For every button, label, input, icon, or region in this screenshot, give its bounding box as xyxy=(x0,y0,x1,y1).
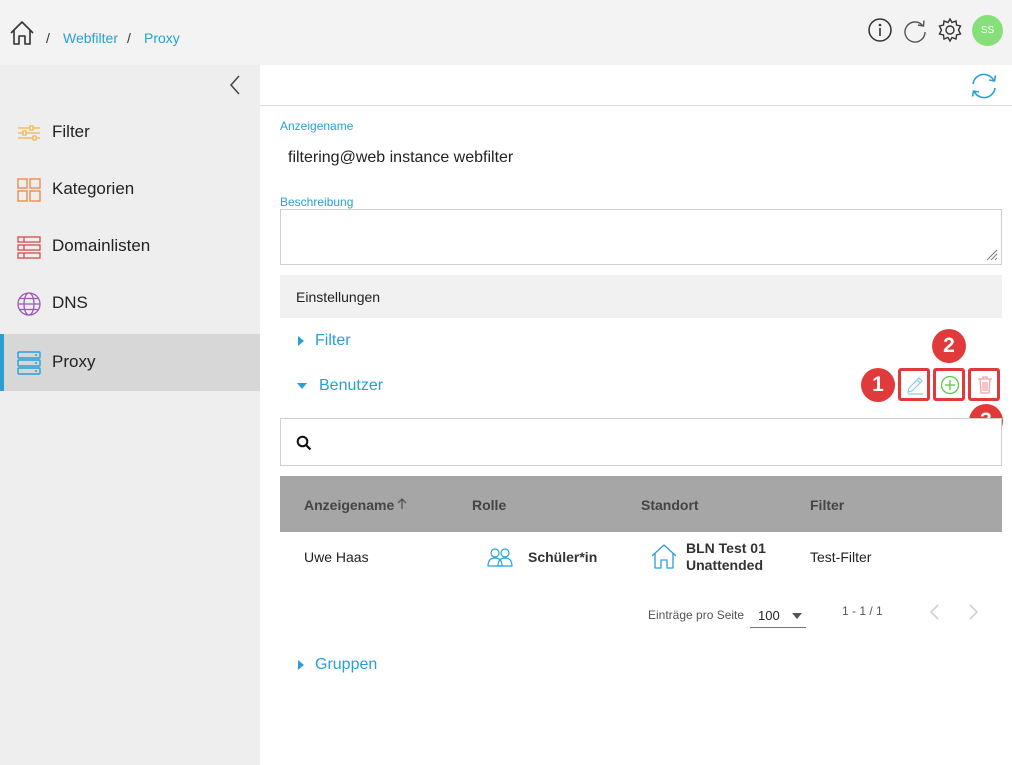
display-name-label: Anzeigename xyxy=(280,119,354,133)
plus-circle-icon xyxy=(940,375,960,395)
add-button[interactable] xyxy=(933,368,965,401)
sidebar-item-filter[interactable]: Filter xyxy=(0,104,260,161)
breadcrumb-proxy[interactable]: Proxy xyxy=(144,30,180,46)
section-benutzer-toggle[interactable]: Benutzer xyxy=(296,375,436,397)
column-header-filter[interactable]: Filter xyxy=(810,497,844,513)
table-header: Anzeigename Rolle Standort Filter xyxy=(280,476,1002,532)
cell-filter: Test-Filter xyxy=(810,549,872,565)
sidebar-item-label: DNS xyxy=(52,293,88,312)
users-icon xyxy=(487,548,513,567)
refresh-icon[interactable] xyxy=(968,70,1000,102)
edit-button[interactable] xyxy=(898,368,930,401)
info-icon[interactable] xyxy=(867,17,893,43)
section-filter-toggle[interactable]: Filter xyxy=(296,330,416,352)
display-name-value: filtering@web instance webfilter xyxy=(288,149,514,166)
breadcrumb-webfilter[interactable]: Webfilter xyxy=(63,30,118,46)
sort-ascending-icon[interactable] xyxy=(397,498,407,510)
cell-location-line2: Unattended xyxy=(686,557,763,573)
chevron-left-icon[interactable] xyxy=(226,74,244,96)
sidebar-item-label: Kategorien xyxy=(52,179,135,198)
sidebar-item-domainlisten[interactable]: Domainlisten xyxy=(0,218,260,275)
cell-name: Uwe Haas xyxy=(304,549,369,565)
list-icon xyxy=(17,236,41,259)
sidebar-item-label: Domainlisten xyxy=(52,236,151,255)
column-header-rolle[interactable]: Rolle xyxy=(472,497,506,513)
search-box xyxy=(280,418,1002,466)
description-label: Beschreibung xyxy=(280,195,354,209)
cell-location-line1: BLN Test 01 xyxy=(686,540,766,556)
delete-button[interactable] xyxy=(968,368,1000,401)
sidebar-item-dns[interactable]: DNS xyxy=(0,275,260,332)
sidebar-item-kategorien[interactable]: Kategorien xyxy=(0,161,260,218)
top-bar: / Webfilter / Proxy SS xyxy=(0,0,1012,65)
per-page-label: Einträge pro Seite xyxy=(648,608,745,622)
sidebar-item-label: Proxy xyxy=(52,352,96,371)
house-icon xyxy=(651,544,677,569)
reload-icon[interactable] xyxy=(902,17,928,43)
chevron-down-icon xyxy=(792,613,802,619)
chevron-right-icon[interactable] xyxy=(966,602,980,622)
callout-marker-2: 2 xyxy=(932,329,966,363)
section-filter-label: Filter xyxy=(315,332,351,349)
pencil-icon xyxy=(907,377,923,395)
server-icon xyxy=(17,351,41,375)
grid-icon xyxy=(17,178,41,202)
column-header-anzeigename[interactable]: Anzeigename xyxy=(304,497,394,513)
per-page-value: 100 xyxy=(758,608,780,623)
pagination-range: 1 - 1 / 1 xyxy=(842,604,883,618)
home-icon[interactable] xyxy=(8,19,36,47)
section-gruppen-label: Gruppen xyxy=(315,656,378,673)
section-benutzer-label: Benutzer xyxy=(319,377,384,394)
settings-title: Einstellungen xyxy=(296,289,381,305)
breadcrumb-separator: / xyxy=(46,30,50,46)
sidebar-item-label: Filter xyxy=(52,122,90,141)
column-header-standort[interactable]: Standort xyxy=(641,497,699,513)
caret-right-icon xyxy=(298,660,304,670)
caret-down-icon xyxy=(297,383,307,389)
resize-grip-icon[interactable] xyxy=(986,249,998,261)
per-page-select[interactable]: 100 xyxy=(750,603,806,628)
cell-role: Schüler*in xyxy=(528,549,598,565)
caret-right-icon xyxy=(298,336,304,346)
search-input[interactable] xyxy=(321,427,981,457)
chevron-left-icon[interactable] xyxy=(928,602,942,622)
description-field[interactable] xyxy=(280,209,1002,265)
content-header xyxy=(260,65,1012,106)
breadcrumb-separator: / xyxy=(127,30,131,46)
search-icon xyxy=(296,435,312,451)
table-row[interactable]: Uwe Haas Schüler*in BLN Test 01 Unattend… xyxy=(280,532,1002,582)
section-gruppen-toggle[interactable]: Gruppen xyxy=(296,654,416,676)
user-avatar[interactable]: SS xyxy=(972,15,1003,46)
settings-header: Einstellungen xyxy=(280,275,1002,318)
sidebar: Filter Kategorien Domainlisten DNS Proxy xyxy=(0,65,260,765)
gear-icon[interactable] xyxy=(937,17,963,43)
sliders-icon xyxy=(18,125,40,141)
callout-marker-1: 1 xyxy=(861,368,895,402)
trash-icon xyxy=(978,376,992,394)
globe-icon xyxy=(17,292,41,316)
sidebar-item-proxy[interactable]: Proxy xyxy=(0,334,260,391)
